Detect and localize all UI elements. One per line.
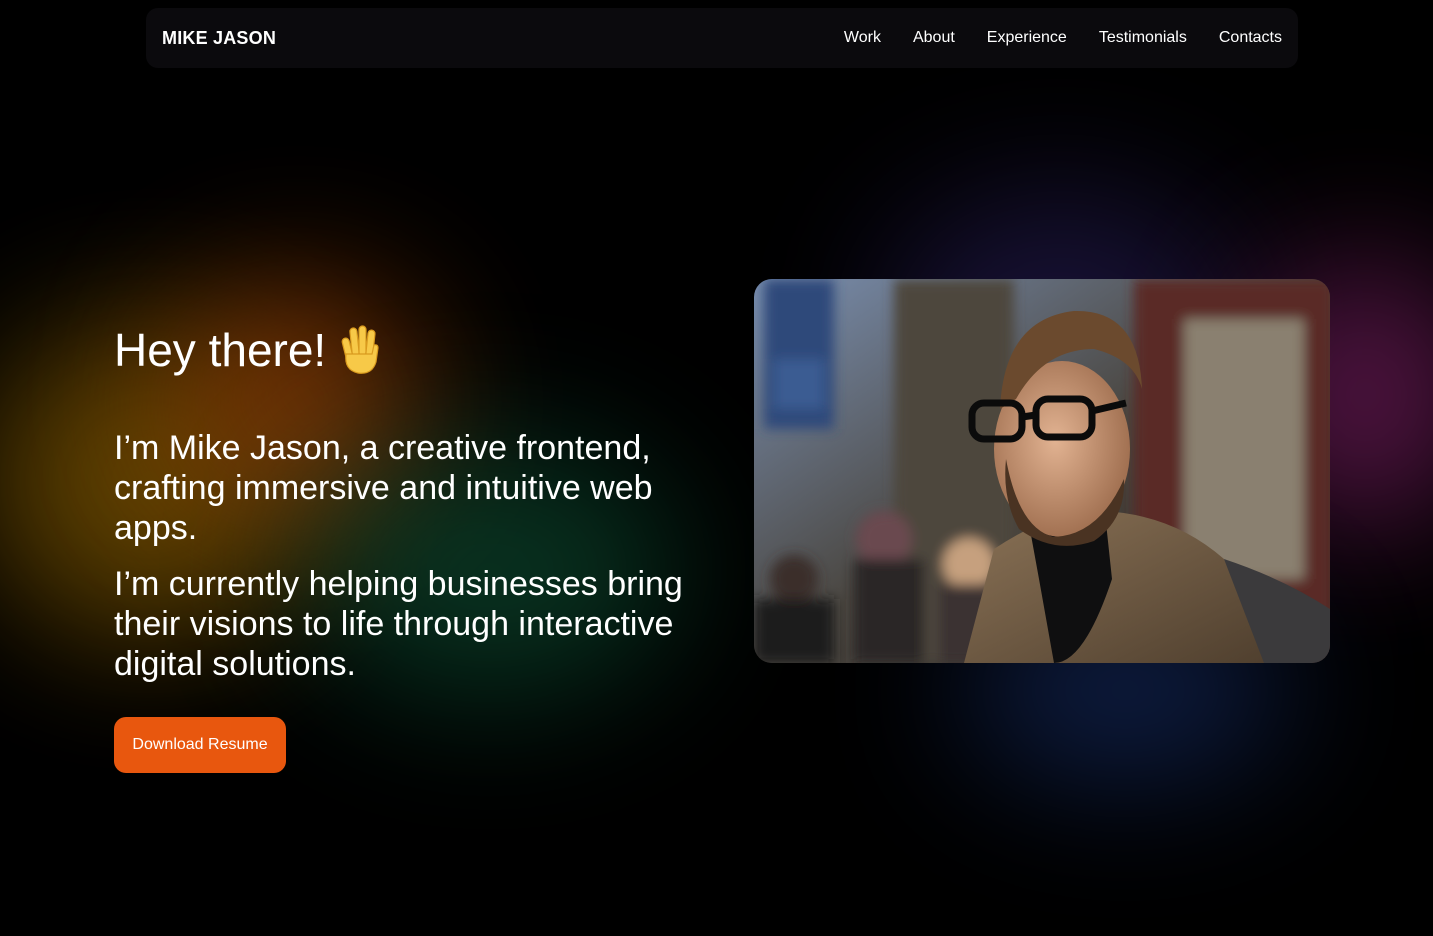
nav-link-work[interactable]: Work	[844, 29, 881, 47]
nav-link-testimonials[interactable]: Testimonials	[1099, 29, 1187, 47]
hero-greeting: Hey there!	[114, 320, 714, 380]
hero-current-work: I’m currently helping businesses bring t…	[114, 565, 683, 683]
nav-link-contacts[interactable]: Contacts	[1219, 29, 1282, 47]
hero-text: Hey there! I’m Mike Jason, a creative fr…	[114, 320, 714, 684]
nav-links: Work About Experience Testimonials Conta…	[844, 29, 1282, 47]
hero-intro: I’m Mike Jason, a creative frontend, cra…	[114, 429, 653, 547]
top-navbar: MIKE JASON Work About Experience Testimo…	[146, 8, 1298, 68]
greeting-text: Hey there!	[114, 324, 327, 376]
download-resume-button[interactable]: Download Resume	[114, 717, 286, 773]
portrait-photo	[754, 279, 1330, 663]
site-logo[interactable]: MIKE JASON	[162, 28, 276, 49]
waving-hand-icon	[338, 324, 384, 376]
nav-link-about[interactable]: About	[913, 29, 955, 47]
nav-link-experience[interactable]: Experience	[987, 29, 1067, 47]
